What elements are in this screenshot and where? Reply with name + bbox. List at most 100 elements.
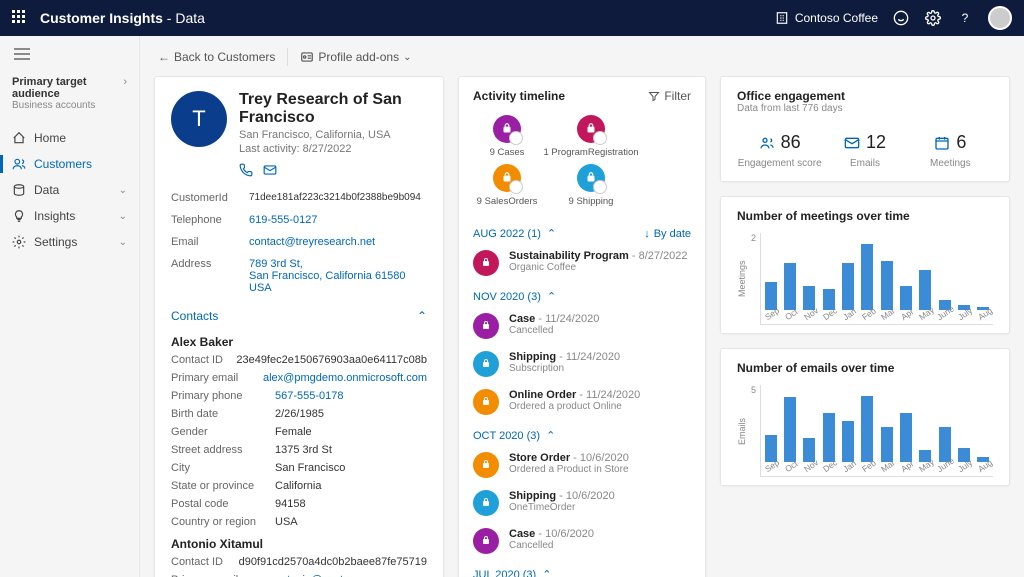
activity-group-header[interactable]: JUL 2020 (3)⌃ (473, 560, 691, 577)
gear-icon[interactable] (924, 9, 942, 27)
nav-customers[interactable]: Customers (0, 151, 139, 177)
activity-item[interactable]: Online Order - 11/24/2020Ordered a produ… (473, 383, 691, 421)
activity-icon (473, 490, 499, 516)
contact-name: Alex Baker (171, 329, 427, 351)
arrow-left-icon: ← (158, 50, 170, 64)
activity-item[interactable]: Shipping - 11/24/2020Subscription (473, 345, 691, 383)
chart-bar: Dec (819, 289, 838, 310)
activity-group-header[interactable]: NOV 2020 (3)⌃ (473, 282, 691, 307)
activity-item[interactable]: Shipping - 10/6/2020OneTimeOrder (473, 484, 691, 522)
settings-icon (12, 235, 26, 249)
profile-card: T Trey Research of San Francisco San Fra… (154, 76, 444, 577)
engagement-subtitle: Data from last 776 days (737, 103, 993, 114)
data-icon (12, 183, 26, 197)
badge-icon (493, 115, 521, 143)
app-title: Customer Insights - Data (40, 10, 205, 26)
activity-item[interactable]: Case - 11/24/2020Cancelled (473, 307, 691, 345)
activity-group-header[interactable]: OCT 2020 (3)⌃ (473, 421, 691, 446)
chart-bar: Dec (819, 413, 838, 462)
sidebar-toggle[interactable] (14, 48, 139, 60)
chart-bar: Apr (896, 286, 915, 309)
help-icon[interactable]: ? (956, 9, 974, 27)
emails-chart-card: Number of emails over timeEmails5SepOctN… (720, 348, 1010, 486)
environment-picker[interactable]: Contoso Coffee (775, 11, 878, 25)
divider (287, 48, 288, 66)
activity-item[interactable]: Sustainability Program - 8/27/2022Organi… (473, 244, 691, 282)
activity-icon (473, 452, 499, 478)
y-axis-label: Emails (737, 385, 747, 477)
activity-badge[interactable]: 9 Shipping (563, 164, 619, 207)
chevron-up-icon: ⌃ (542, 568, 551, 577)
badge-icon (493, 164, 521, 192)
chart-bar: Nov (800, 286, 819, 309)
chart-bar: Sep (761, 435, 780, 462)
engagement-score: 86 Engagement score (737, 132, 822, 169)
smile-icon[interactable] (892, 9, 910, 27)
activity-icon (473, 389, 499, 415)
audience-picker[interactable]: Primary target audience Business account… (0, 70, 139, 117)
chart-title: Number of meetings over time (737, 209, 993, 223)
nav-insights[interactable]: Insights⌄ (0, 203, 139, 229)
contact-field: State or provinceCalifornia (171, 477, 427, 495)
contact-field: Street address1375 3rd St (171, 441, 427, 459)
chart-bar: July (954, 305, 973, 310)
contact-field: Country or regionUSA (171, 513, 427, 531)
user-avatar[interactable] (988, 6, 1012, 30)
chevron-up-icon: ⌃ (547, 290, 556, 303)
chart-bar: Jan (838, 263, 857, 310)
contacts-section-toggle[interactable]: Contacts⌃ (171, 299, 427, 329)
chevron-up-icon: ⌃ (546, 429, 555, 442)
activity-badge[interactable]: 9 Cases (479, 115, 535, 158)
waffle-icon[interactable] (12, 10, 28, 26)
chevron-down-icon: ⌄ (119, 185, 127, 196)
bulb-icon (12, 209, 26, 223)
back-button[interactable]: ←Back to Customers (158, 50, 275, 64)
badge-icon (577, 115, 605, 143)
engagement-card: Office engagement Data from last 776 day… (720, 76, 1010, 182)
contact-field: Primary phone567-555-0178 (171, 387, 427, 405)
activity-title: Activity timeline (473, 89, 565, 103)
customer-location: San Francisco, California, USA (239, 129, 427, 141)
sort-button[interactable]: ↓ By date (644, 228, 691, 240)
contact-field: Primary emailantonio@contoso.com (171, 571, 427, 577)
activity-group-header[interactable]: AUG 2022 (1)⌃↓ By date (473, 219, 691, 244)
chevron-down-icon: ⌄ (119, 237, 127, 248)
activity-badge[interactable]: 1 ProgramRegistration (563, 115, 619, 158)
filter-icon (648, 90, 660, 102)
chart-bar: Feb (858, 244, 877, 309)
contact-name: Antonio Xitamul (171, 531, 427, 553)
activity-badge[interactable]: 9 SalesOrders (479, 164, 535, 207)
filter-button[interactable]: Filter (648, 89, 691, 103)
engagement-title: Office engagement (737, 89, 993, 103)
people-icon (12, 157, 26, 171)
chart-bar: Sep (761, 282, 780, 310)
activity-item[interactable]: Store Order - 10/6/2020Ordered a Product… (473, 446, 691, 484)
meetings-chart-card: Number of meetings over timeMeetings2Sep… (720, 196, 1010, 334)
contact-field: Contact ID23e49fec2e150676903aa0e64117c0… (171, 351, 427, 369)
nav-data[interactable]: Data⌄ (0, 177, 139, 203)
nav-settings[interactable]: Settings⌄ (0, 229, 139, 255)
activity-icon (473, 528, 499, 554)
audience-label: Primary target audience (12, 76, 123, 100)
topbar: Customer Insights - Data Contoso Coffee … (0, 0, 1024, 36)
chart-bar: Aug (974, 307, 993, 309)
nav-home[interactable]: Home (0, 125, 139, 151)
phone-icon[interactable] (239, 163, 253, 177)
activity-item[interactable]: Case - 10/6/2020Cancelled (473, 522, 691, 560)
contact-field: Postal code94158 (171, 495, 427, 513)
customer-id: 71dee181af223c3214b0f2388be9b094 (249, 192, 421, 204)
chart-title: Number of emails over time (737, 361, 993, 375)
activity-card: Activity timeline Filter 9 Cases 1 Progra… (458, 76, 706, 577)
chart-bar: June (935, 427, 954, 462)
last-activity: Last activity: 8/27/2022 (239, 143, 427, 155)
profile-addons-button[interactable]: Profile add-ons⌄ (300, 50, 411, 64)
email-link[interactable]: contact@treyresearch.net (249, 236, 375, 248)
telephone-link[interactable]: 619-555-0127 (249, 214, 318, 226)
chart-bar: June (935, 300, 954, 309)
building-icon (775, 11, 789, 25)
chevron-up-icon: ⌃ (547, 227, 556, 240)
address-link[interactable]: 789 3rd St,San Francisco, California 615… (249, 258, 406, 294)
mail-icon[interactable] (263, 163, 277, 177)
contact-field: Contact IDd90f91cd2570a4dc0b2baee87fe757… (171, 553, 427, 571)
contact-field: Primary emailalex@pmgdemo.onmicrosoft.co… (171, 369, 427, 387)
